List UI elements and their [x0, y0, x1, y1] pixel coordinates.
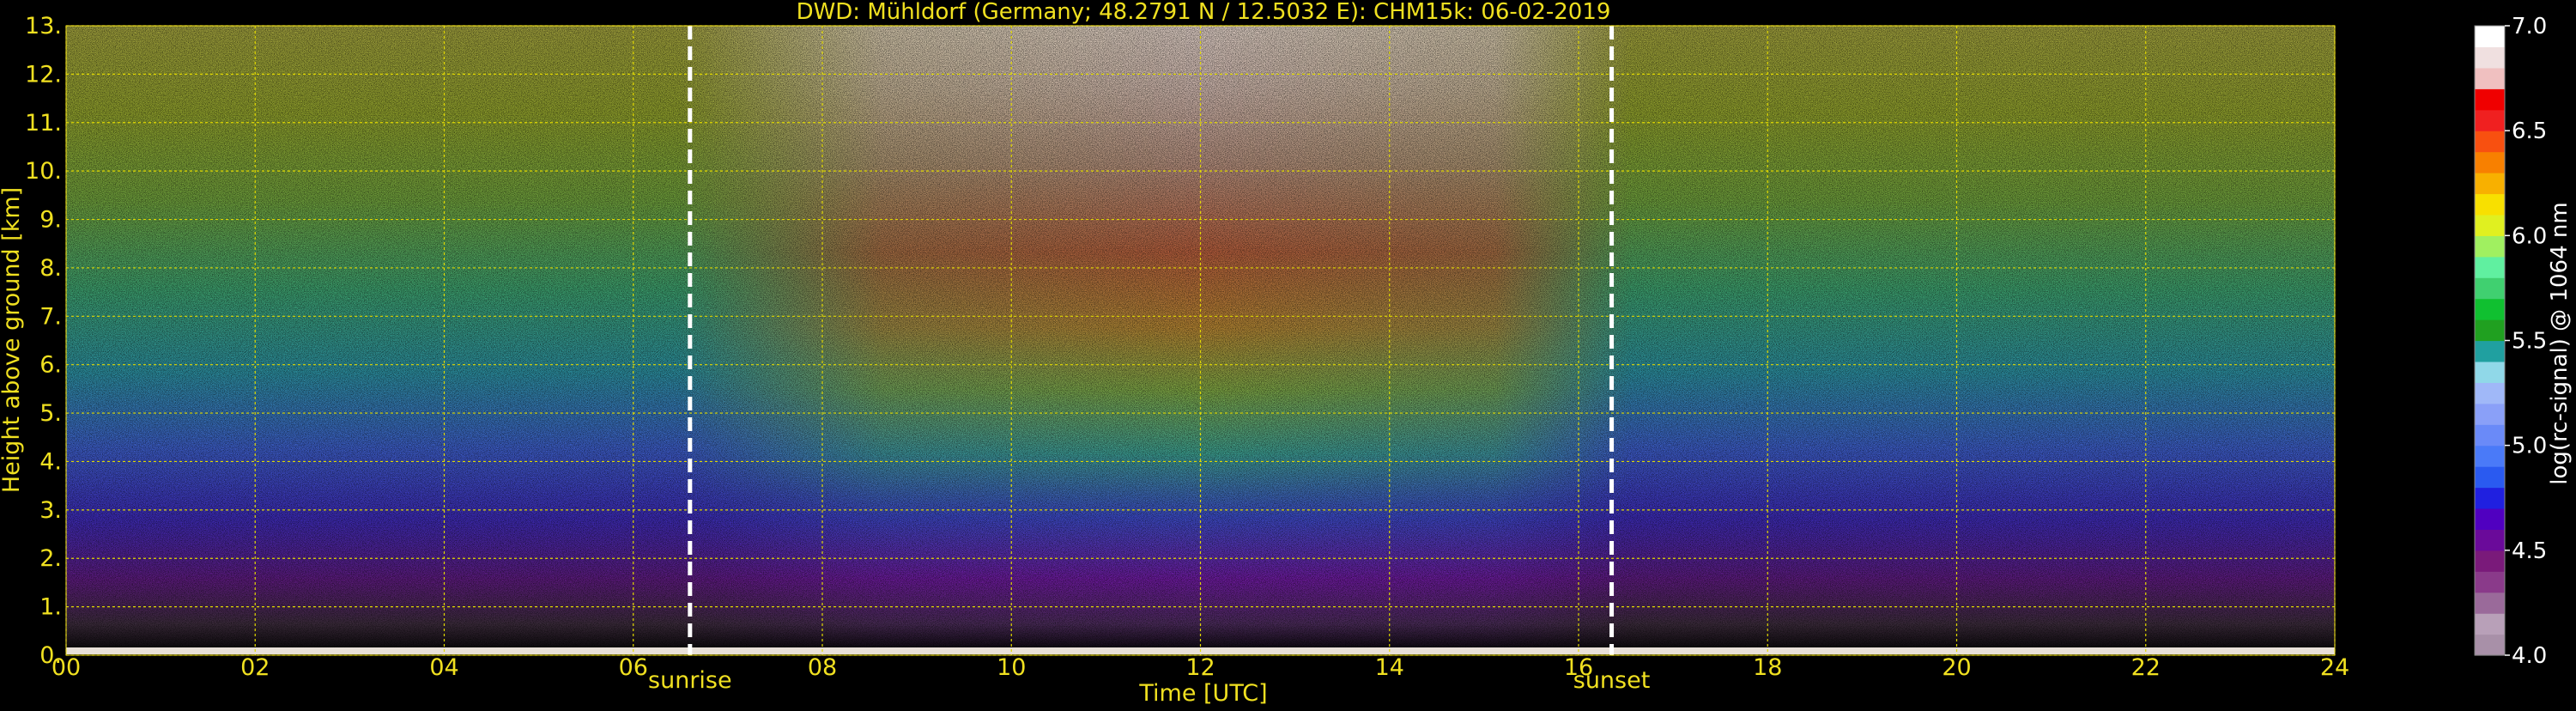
colorbar-segment [2475, 403, 2505, 425]
sunset-label: sunset [1573, 667, 1651, 694]
colorbar-tick-label: 6.5 [2512, 118, 2547, 144]
colorbar-segment [2475, 173, 2505, 195]
chart-title: DWD: Mühldorf (Germany; 48.2791 N / 12.5… [797, 0, 1611, 25]
y-tick-label: 5. [39, 400, 62, 427]
colorbar-tick-label: 4.5 [2512, 538, 2547, 564]
x-tick-label: 14 [1375, 654, 1404, 681]
colorbar-tick-label: 4.0 [2512, 643, 2547, 669]
x-tick-label: 08 [808, 654, 837, 681]
y-tick-label: 9. [39, 207, 62, 234]
colorbar-segment [2475, 26, 2505, 48]
x-tick-label: 06 [619, 654, 648, 681]
x-tick-label: 10 [997, 654, 1026, 681]
colorbar-segment [2475, 319, 2505, 342]
colorbar-segment [2475, 256, 2505, 278]
colorbar-segment [2475, 424, 2505, 447]
colorbar-segment [2475, 193, 2505, 216]
y-tick-label: 3. [39, 497, 62, 524]
y-axis: 0. 1. 2. 3. 4. 5. 6. 7. 8. 9. 10. 11. 12. 13. [25, 13, 62, 669]
colorbar-segment [2475, 67, 2505, 89]
colorbar-segment [2475, 109, 2505, 131]
colorbar-segment [2475, 592, 2505, 614]
y-tick-label: 6. [39, 352, 62, 379]
colorbar-segment [2475, 634, 2505, 656]
y-tick-label: 4. [39, 448, 62, 475]
x-tick-label: 04 [429, 654, 458, 681]
y-tick-label: 0. [39, 642, 62, 669]
y-tick-label: 7. [39, 303, 62, 330]
plot-area [65, 25, 2336, 656]
x-axis-label: Time [UTC] [1138, 680, 1267, 707]
x-tick-label: 20 [1942, 654, 1971, 681]
y-tick-label: 10. [25, 158, 62, 185]
colorbar-segment [2475, 487, 2505, 509]
colorbar-tick-label: 6.0 [2512, 223, 2547, 249]
colorbar-segment [2475, 131, 2505, 153]
colorbar-segment [2475, 382, 2505, 404]
colorbar-segment [2475, 466, 2505, 489]
colorbar-tick-label: 5.5 [2512, 329, 2547, 355]
y-tick-label: 2. [39, 545, 62, 572]
colorbar-segment [2475, 277, 2505, 300]
x-tick-label: 22 [2131, 654, 2161, 681]
colorbar-segment [2475, 529, 2505, 551]
y-tick-label: 1. [39, 594, 62, 621]
y-tick-label: 11. [25, 110, 62, 137]
colorbar-segment [2475, 340, 2505, 362]
colorbar-segment [2475, 613, 2505, 635]
colorbar-segment [2475, 445, 2505, 467]
chart-svg: 00 02 04 06 08 10 12 14 16 18 20 22 24 0.1.2.3.4.5.6… [0, 0, 2573, 707]
x-tick-label: 18 [1753, 654, 1782, 681]
colorbar-label: log(rc-signal) @ 1064 nm [2547, 202, 2573, 484]
y-tick-label: 8. [39, 255, 62, 282]
colorbar-segment [2475, 235, 2505, 258]
colorbar-ticks: 4.0 4.5 5.0 5.5 6.0 6.5 7.0 [2505, 14, 2547, 669]
colorbar-segment [2475, 88, 2505, 111]
colorbar-segment [2475, 550, 2505, 572]
colorbar-segment [2475, 46, 2505, 69]
x-tick-label: 12 [1185, 654, 1215, 681]
colorbar-segment [2475, 571, 2505, 593]
colorbar [2474, 25, 2506, 656]
colorbar-tick-label: 7.0 [2512, 14, 2547, 40]
x-tick-label: 24 [2320, 654, 2349, 681]
y-tick-label: 13. [25, 13, 62, 40]
y-axis-label: Height above ground [km] [0, 187, 25, 493]
colorbar-segment [2475, 151, 2505, 173]
colorbar-segment [2475, 361, 2505, 383]
sunrise-label: sunrise [648, 667, 732, 694]
x-tick-label: 02 [240, 654, 270, 681]
colorbar-segment [2475, 507, 2505, 530]
y-tick-label: 12. [25, 61, 62, 88]
colorbar-segment [2475, 214, 2505, 236]
x-axis: 00 02 04 06 08 10 12 14 16 18 20 22 24 [52, 654, 2349, 681]
colorbar-tick-label: 5.0 [2512, 434, 2547, 459]
lidar-chart: 00 02 04 06 08 10 12 14 16 18 20 22 24 0. 1. 2. 3. 4. 5. 6… [0, 0, 2576, 708]
colorbar-segment [2475, 298, 2505, 320]
